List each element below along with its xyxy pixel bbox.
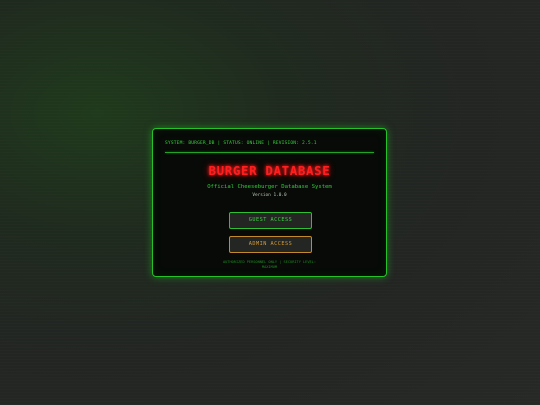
- guest-access-button[interactable]: GUEST ACCESS: [229, 212, 312, 229]
- admin-access-button[interactable]: ADMIN ACCESS: [229, 236, 312, 253]
- version-label: Version 1.0.0: [252, 193, 287, 198]
- app-subtitle: Official Cheeseburger Database System: [207, 184, 332, 190]
- security-notice-line-2: MAXIMUM: [261, 264, 278, 269]
- security-notice: AUTHORIZED PERSONNEL ONLY | SECURITY LEV…: [153, 260, 386, 269]
- header-divider: [165, 152, 374, 153]
- system-status-bar: SYSTEM: BURGER_DB | STATUS: ONLINE | REV…: [165, 141, 317, 146]
- login-panel: SYSTEM: BURGER_DB | STATUS: ONLINE | REV…: [152, 128, 387, 277]
- app-title: BURGER DATABASE: [208, 163, 331, 178]
